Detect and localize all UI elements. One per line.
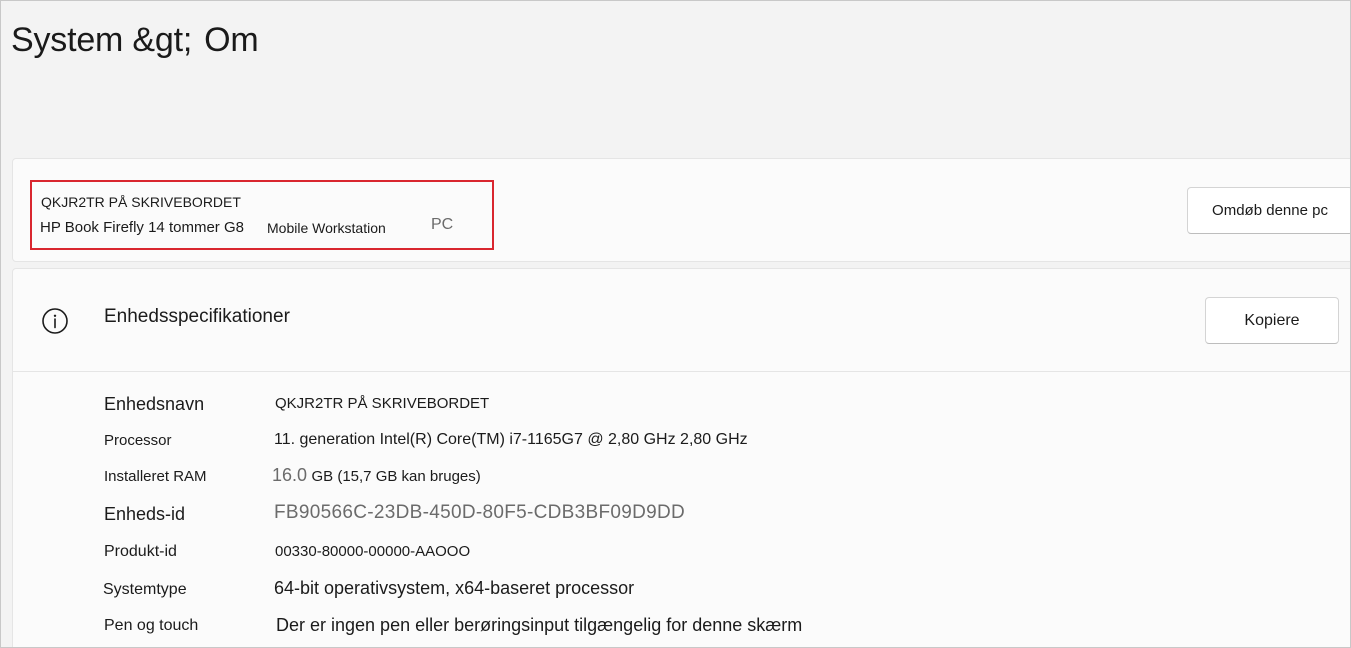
specs-title: Enhedsspecifikationer [104, 306, 290, 327]
device-model: HP Book Firefly 14 tommer G8 [40, 219, 244, 236]
page-title: System &gt; Om [11, 21, 259, 60]
device-specs-card: Enhedsspecifikationer Kopiere Enhedsnavn… [12, 268, 1350, 647]
copy-button[interactable]: Kopiere [1205, 297, 1339, 344]
device-name: QKJR2TR PÅ SKRIVEBORDET [41, 194, 241, 210]
device-variant: Mobile Workstation [267, 220, 386, 236]
spec-value-ram[interactable]: 16.0 GB (15,7 GB kan bruges) [272, 465, 481, 486]
settings-window: System &gt; Om QKJR2TR PÅ SKRIVEBORDET HP… [0, 0, 1351, 648]
specs-header[interactable]: Enhedsspecifikationer Kopiere [13, 269, 1350, 372]
info-icon [42, 308, 68, 334]
spec-value-product-id[interactable]: 00330-80000-00000-AAOOO [275, 543, 470, 560]
device-type: PC [431, 216, 454, 233]
spec-label-device-name: Enhedsnavn [104, 394, 205, 414]
breadcrumb-system[interactable]: System &gt; [11, 21, 192, 59]
spec-value-device-id[interactable]: FB90566C-23DB-450D-80F5-CDB3BF09D9DD [274, 502, 685, 524]
ram-detail: GB (15,7 GB kan bruges) [311, 468, 481, 485]
ram-amount: 16.0 [272, 465, 308, 485]
spec-label-device-id: Enheds-id [104, 504, 186, 524]
spec-value-processor[interactable]: 11. generation Intel(R) Core(TM) i7-1165… [274, 431, 748, 449]
spec-label-pen-touch: Pen og touch [104, 617, 199, 634]
spec-label-processor: Processor [104, 432, 172, 449]
spec-value-pen-touch[interactable]: Der er ingen pen eller berøringsinput ti… [276, 615, 802, 636]
rename-pc-button[interactable]: Omdøb denne pc [1187, 187, 1350, 234]
spec-value-system-type[interactable]: 64-bit operativsystem, x64-baseret proce… [274, 578, 634, 599]
spec-label-system-type: Systemtype [103, 581, 187, 598]
device-card: QKJR2TR PÅ SKRIVEBORDET HP Book Firefly … [12, 158, 1350, 262]
spec-label-product-id: Produkt-id [104, 543, 177, 560]
spec-label-ram: Installeret RAM [104, 468, 207, 485]
highlight-box [30, 180, 494, 250]
spec-value-device-name[interactable]: QKJR2TR PÅ SKRIVEBORDET [275, 395, 489, 412]
breadcrumb-current: Om [204, 21, 259, 59]
